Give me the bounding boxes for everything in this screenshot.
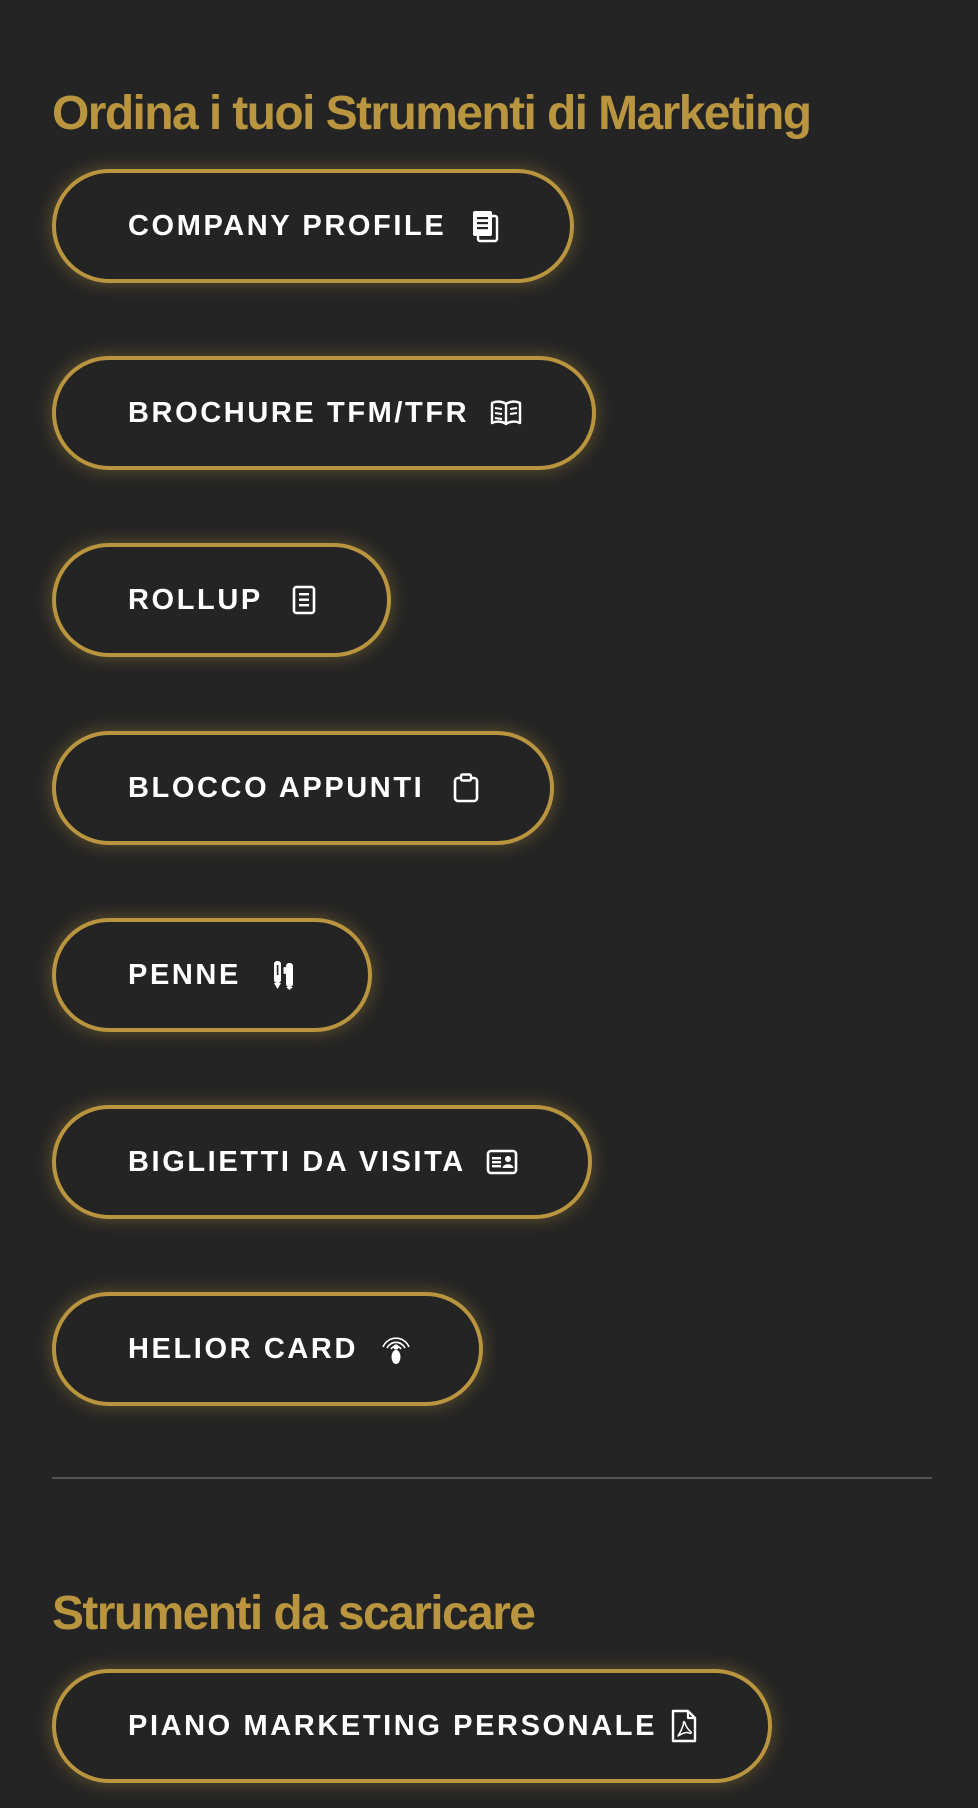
pens-icon [266, 957, 302, 993]
penne-button[interactable]: PENNE [52, 918, 372, 1032]
documents-icon [468, 208, 504, 244]
piano-marketing-personale-button[interactable]: PIANO MARKETING PERSONALE [52, 1669, 772, 1783]
brochure-tfm-tfr-button[interactable]: BROCHURE TFM/TFR [52, 356, 596, 470]
id-card-icon [484, 1144, 520, 1180]
section-divider [52, 1477, 932, 1479]
biglietti-da-visita-label: BIGLIETTI DA VISITA [128, 1145, 466, 1178]
contactless-nfc-icon [378, 1331, 414, 1367]
pdf-file-icon [666, 1708, 702, 1744]
open-book-icon [488, 395, 524, 431]
rollup-label: ROLLUP [128, 583, 263, 616]
piano-marketing-personale-label: PIANO MARKETING PERSONALE [128, 1709, 658, 1742]
download-section-title: Strumenti da scaricare [52, 1587, 536, 1640]
company-profile-label: COMPANY PROFILE [128, 209, 447, 242]
helior-card-button[interactable]: HELIOR CARD [52, 1292, 483, 1406]
helior-card-label: HELIOR CARD [128, 1332, 358, 1365]
document-lines-icon [286, 582, 322, 618]
clipboard-icon [448, 770, 484, 806]
blocco-appunti-label: BLOCCO APPUNTI [128, 771, 425, 804]
company-profile-button[interactable]: COMPANY PROFILE [52, 169, 574, 283]
order-section-title: Ordina i tuoi Strumenti di Marketing [52, 87, 812, 140]
brochure-tfm-tfr-label: BROCHURE TFM/TFR [128, 396, 470, 429]
blocco-appunti-button[interactable]: BLOCCO APPUNTI [52, 731, 554, 845]
biglietti-da-visita-button[interactable]: BIGLIETTI DA VISITA [52, 1105, 592, 1219]
rollup-button[interactable]: ROLLUP [52, 543, 391, 657]
penne-label: PENNE [128, 958, 241, 991]
